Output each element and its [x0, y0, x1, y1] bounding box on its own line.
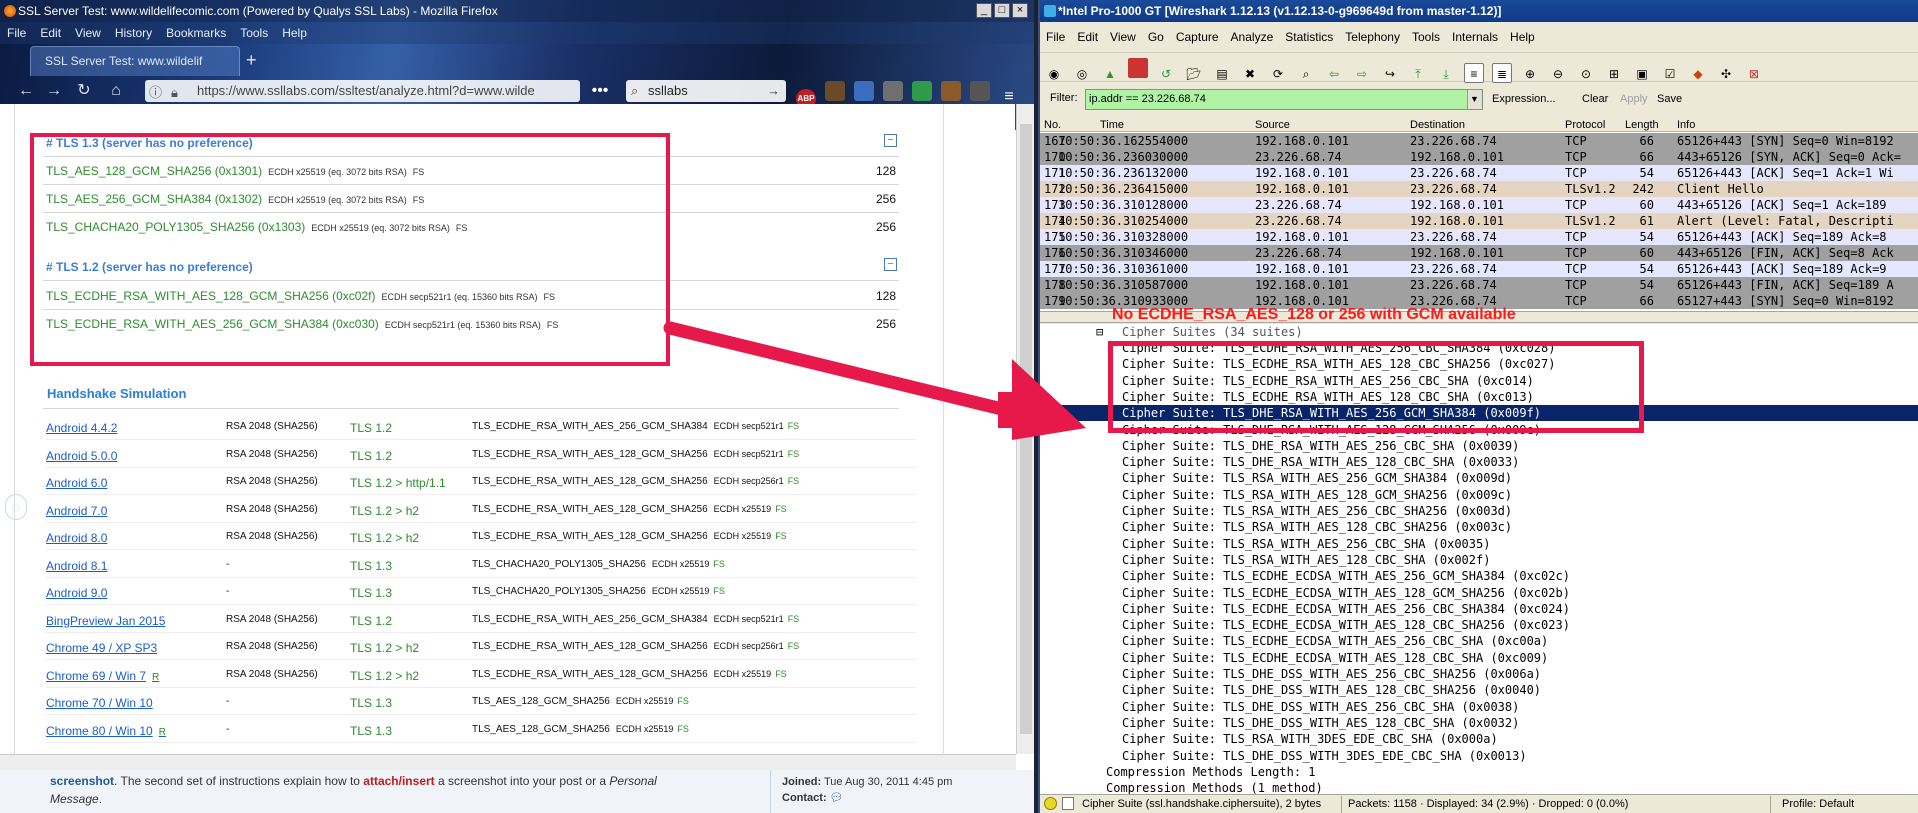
annotation-arrow	[663, 321, 1086, 440]
